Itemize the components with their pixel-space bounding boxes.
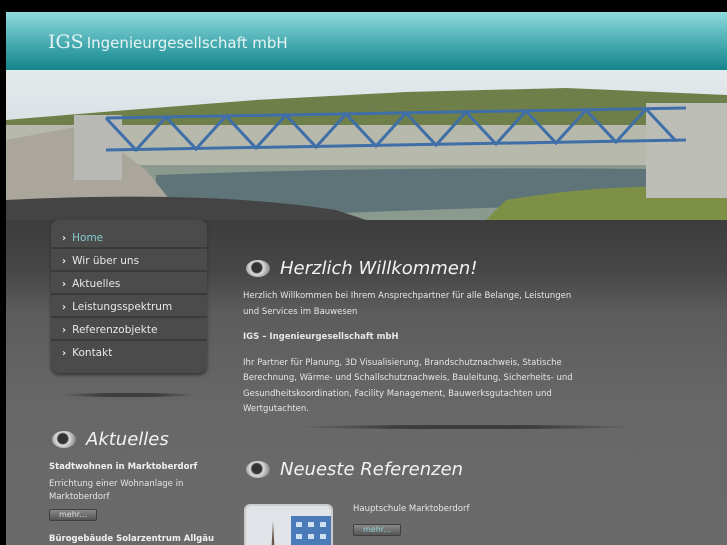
reference-thumbnail[interactable] bbox=[244, 504, 333, 545]
main-nav: › Home › Wir über uns › Aktuelles › Leistung… bbox=[51, 220, 207, 373]
news-heading: Aktuelles bbox=[52, 429, 169, 450]
nav-item-referenzobjekte[interactable]: › Referenzobjekte bbox=[51, 318, 207, 341]
reference-more-button[interactable]: mehr... bbox=[353, 524, 401, 536]
chevron-right-icon: › bbox=[62, 256, 67, 267]
nav-item-wir-ueber-uns[interactable]: › Wir über uns bbox=[51, 249, 207, 272]
swirl-icon bbox=[52, 431, 76, 448]
chevron-right-icon: › bbox=[62, 302, 67, 313]
logo[interactable]: IGS Ingenieurgesellschaft mbH bbox=[48, 31, 288, 53]
banner-bridge-image bbox=[6, 70, 727, 220]
news-more-button[interactable]: mehr... bbox=[49, 509, 97, 521]
news-item-title[interactable]: Bürogebäude Solarzentrum Allgäu bbox=[49, 532, 214, 545]
chevron-right-icon: › bbox=[62, 325, 67, 336]
news-item: Stadtwohnen in Marktoberdorf Errichtung … bbox=[49, 460, 209, 504]
swirl-icon bbox=[246, 260, 270, 277]
nav-item-home[interactable]: › Home bbox=[51, 226, 207, 249]
references-heading: Neueste Referenzen bbox=[246, 459, 463, 480]
welcome-heading: Herzlich Willkommen! bbox=[246, 258, 478, 279]
nav-item-leistungsspektrum[interactable]: › Leistungsspektrum bbox=[51, 295, 207, 318]
divider bbox=[61, 393, 196, 397]
header: IGS Ingenieurgesellschaft mbH bbox=[6, 12, 727, 74]
swirl-icon bbox=[246, 461, 270, 478]
news-item-title[interactable]: Stadtwohnen in Marktoberdorf bbox=[49, 460, 209, 476]
chevron-right-icon: › bbox=[62, 279, 67, 290]
welcome-text: Herzlich Willkommen bei Ihrem Ansprechpa… bbox=[243, 291, 573, 414]
chevron-right-icon: › bbox=[62, 348, 67, 359]
reference-title[interactable]: Hauptschule Marktoberdorf bbox=[353, 502, 469, 518]
page: IGS Ingenieurgesellschaft mbH › Home › Wir … bbox=[6, 12, 727, 545]
divider bbox=[296, 425, 636, 429]
nav-item-aktuelles[interactable]: › Aktuelles bbox=[51, 272, 207, 295]
nav-item-kontakt[interactable]: › Kontakt bbox=[51, 341, 207, 364]
chevron-right-icon: › bbox=[62, 233, 67, 244]
